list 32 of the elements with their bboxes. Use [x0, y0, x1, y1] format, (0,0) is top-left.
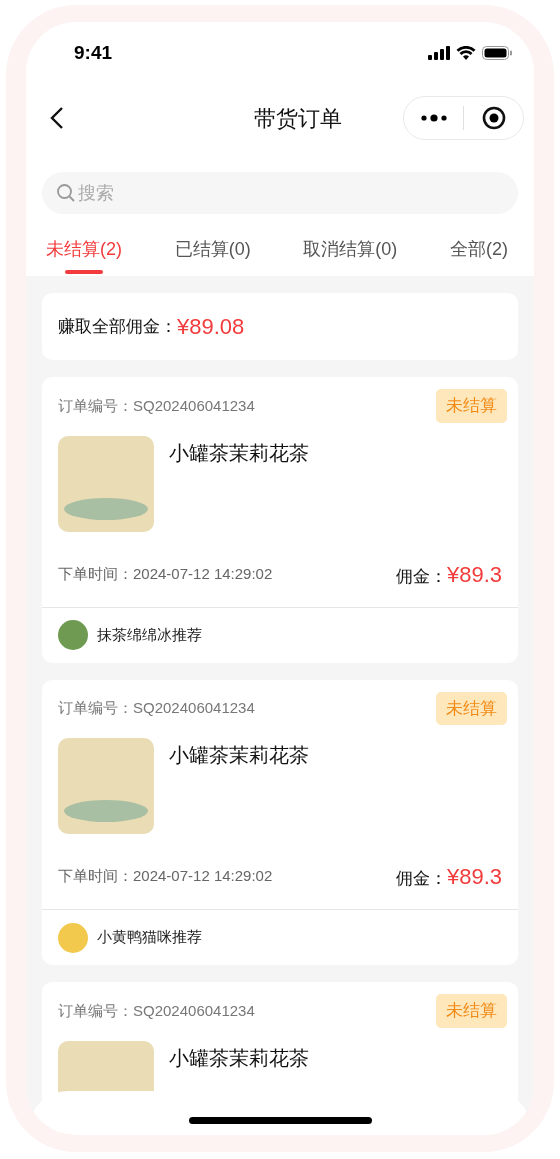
status-time: 9:41	[74, 40, 113, 65]
search-icon	[56, 183, 76, 203]
product-title: 小罐茶茉莉花茶	[169, 440, 309, 466]
commission-amount: ¥89.3	[446, 863, 502, 891]
product-title: 小罐茶茉莉花茶	[169, 1045, 309, 1071]
commission-amount: ¥89.3	[446, 560, 502, 589]
order-number: 订单编号：SQ202406041234	[58, 698, 255, 718]
commission-label: 佣金：	[395, 565, 447, 588]
status-badge: 未结算	[436, 994, 507, 1028]
filter-tab[interactable]: 未结算(2)	[46, 236, 122, 276]
order-number: 订单编号：SQ202406041234	[58, 395, 255, 416]
commission-label: 佣金：	[395, 868, 447, 890]
signal-icon	[428, 46, 450, 60]
recommender-name: 小黄鸭猫咪推荐	[97, 927, 202, 948]
filter-tab[interactable]: 已结算(0)	[174, 236, 251, 276]
order-time: 下单时间：2024-07-12 14:29:02	[58, 866, 273, 887]
recommender-name: 抹茶绵绵冰推荐	[97, 624, 202, 645]
search-field[interactable]: 搜索	[42, 172, 518, 214]
order-time: 下单时间：2024-07-12 14:29:02	[58, 563, 273, 584]
summary-label: 赚取全部佣金：	[58, 315, 177, 338]
page-title: 带货订单	[253, 104, 342, 133]
target-circle-icon	[481, 106, 506, 130]
battery-icon	[482, 46, 512, 60]
filter-tab[interactable]: 全部(2)	[449, 236, 508, 276]
status-badge: 未结算	[436, 691, 507, 725]
product-title: 小罐茶茉莉花茶	[169, 743, 309, 768]
more-dots-icon	[420, 114, 447, 122]
filter-tab[interactable]: 取消结算(0)	[303, 236, 398, 276]
wifi-icon	[456, 46, 476, 60]
order-number: 订单编号：SQ202406041234	[58, 1000, 255, 1021]
summary-amount: ¥89.08	[177, 313, 245, 341]
status-badge: 未结算	[436, 389, 507, 423]
